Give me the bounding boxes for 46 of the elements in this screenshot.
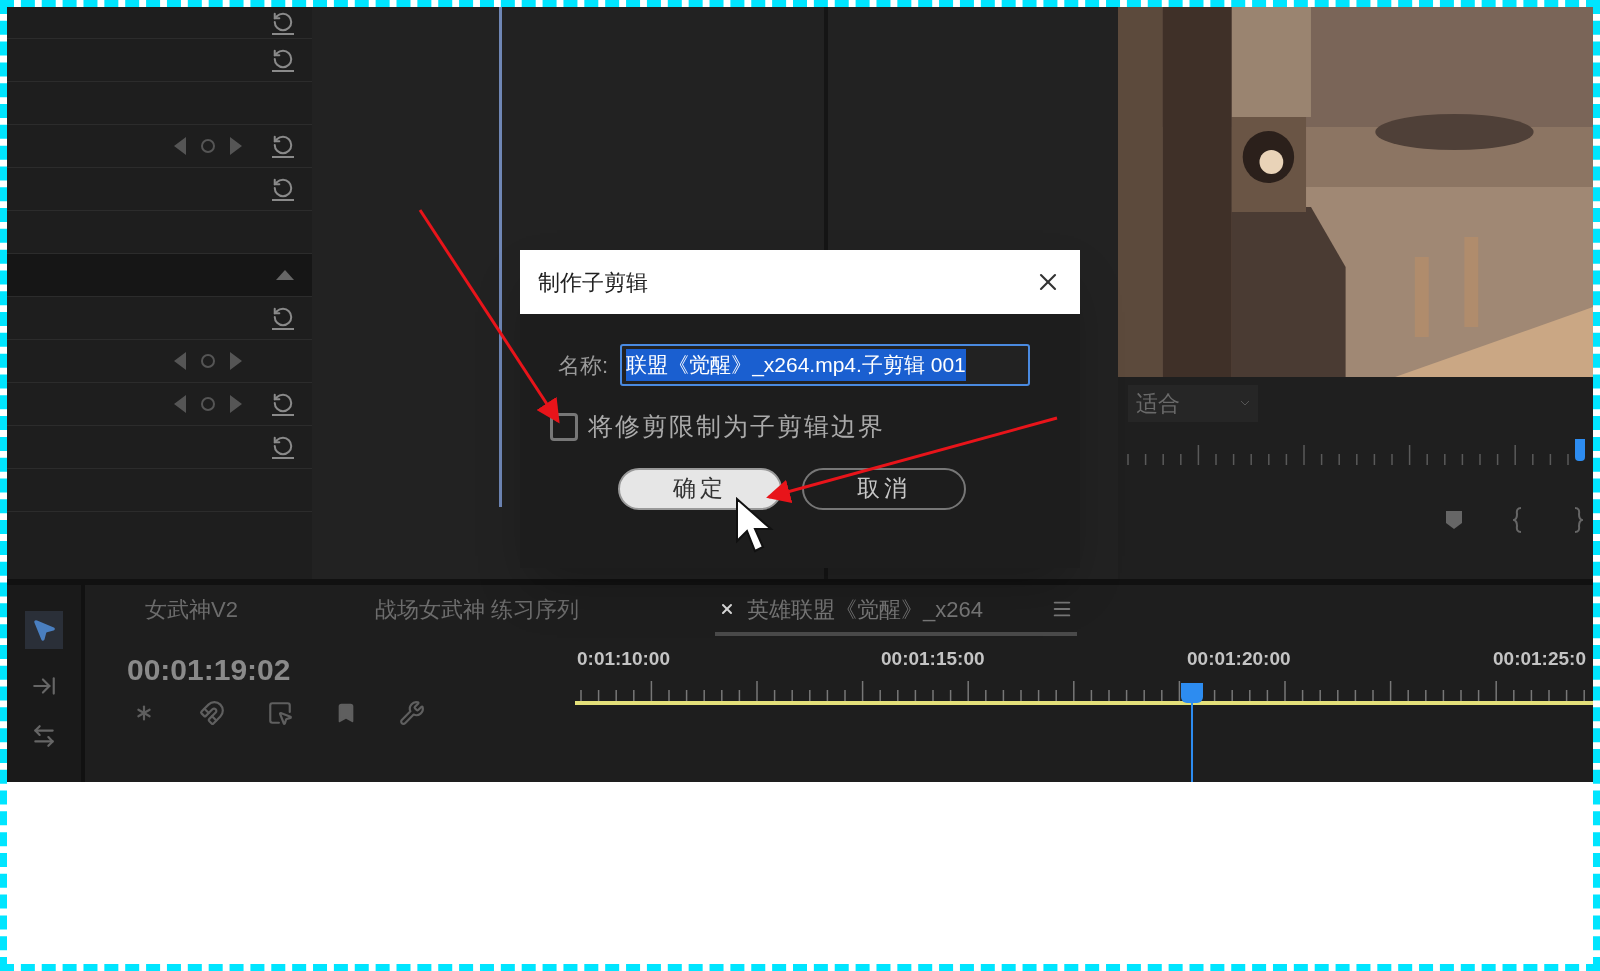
cancel-button[interactable]: 取消 bbox=[802, 467, 966, 510]
add-keyframe-icon[interactable] bbox=[200, 138, 216, 154]
reset-icon[interactable] bbox=[272, 48, 294, 72]
selection-tool-icon[interactable] bbox=[25, 611, 63, 649]
ripple-edit-icon[interactable] bbox=[31, 723, 57, 749]
reset-icon[interactable] bbox=[272, 306, 294, 330]
checkbox[interactable] bbox=[550, 412, 578, 441]
checkbox-label: 将修剪限制为子剪辑边界 bbox=[588, 411, 885, 442]
reset-icon[interactable] bbox=[272, 134, 294, 158]
collapse-triangle-icon[interactable] bbox=[276, 270, 294, 280]
close-icon[interactable] bbox=[719, 601, 735, 617]
name-label: 名称: bbox=[558, 351, 609, 380]
timecode[interactable]: 00:01:19:02 bbox=[127, 647, 575, 692]
wrench-icon[interactable] bbox=[399, 700, 425, 726]
brace-icon[interactable] bbox=[1513, 507, 1523, 533]
sequence-tab[interactable]: 英雄联盟《觉醒》_x264 bbox=[715, 586, 1077, 636]
reset-icon[interactable] bbox=[272, 392, 294, 416]
previous-keyframe-icon[interactable] bbox=[174, 137, 186, 155]
reset-icon[interactable] bbox=[272, 177, 294, 201]
sequence-tab[interactable]: 战场女武神 练习序列 bbox=[375, 586, 715, 636]
ruler-label: 00:01:20:00 bbox=[1187, 647, 1291, 669]
ok-button[interactable]: 确定 bbox=[618, 467, 782, 510]
add-keyframe-icon[interactable] bbox=[200, 396, 216, 412]
next-keyframe-icon[interactable] bbox=[230, 395, 242, 413]
ruler-label: 0:01:10:00 bbox=[577, 647, 670, 669]
next-keyframe-icon[interactable] bbox=[230, 137, 242, 155]
brace-icon[interactable] bbox=[1573, 507, 1583, 533]
add-keyframe-icon[interactable] bbox=[200, 353, 216, 369]
time-ruler[interactable]: 0:01:10:00 00:01:15:00 00:01:20:00 00:01:25:0 bbox=[575, 637, 1593, 782]
name-field[interactable]: 联盟《觉醒》_x264.mp4.子剪辑 001 bbox=[620, 344, 1031, 386]
zoom-dropdown[interactable]: 适合 bbox=[1128, 384, 1258, 422]
reset-icon[interactable] bbox=[272, 435, 294, 459]
next-keyframe-icon[interactable] bbox=[230, 352, 242, 370]
chevron-down-icon bbox=[1240, 400, 1250, 406]
ruler-label: 00:01:25:0 bbox=[1493, 647, 1586, 669]
marker-icon[interactable] bbox=[1445, 510, 1463, 530]
sequence-tab[interactable]: 女武神V2 bbox=[145, 586, 375, 636]
scrubber-playhead[interactable] bbox=[1574, 439, 1585, 461]
reset-icon[interactable] bbox=[272, 10, 294, 35]
magnet-icon[interactable] bbox=[199, 700, 225, 726]
dialog-title: 制作子剪辑 bbox=[538, 268, 648, 297]
previous-keyframe-icon[interactable] bbox=[174, 395, 186, 413]
playhead[interactable] bbox=[1180, 683, 1203, 703]
ruler-label: 00:01:15:00 bbox=[881, 647, 985, 669]
pointer-icon[interactable] bbox=[267, 700, 293, 726]
previous-keyframe-icon[interactable] bbox=[174, 352, 186, 370]
